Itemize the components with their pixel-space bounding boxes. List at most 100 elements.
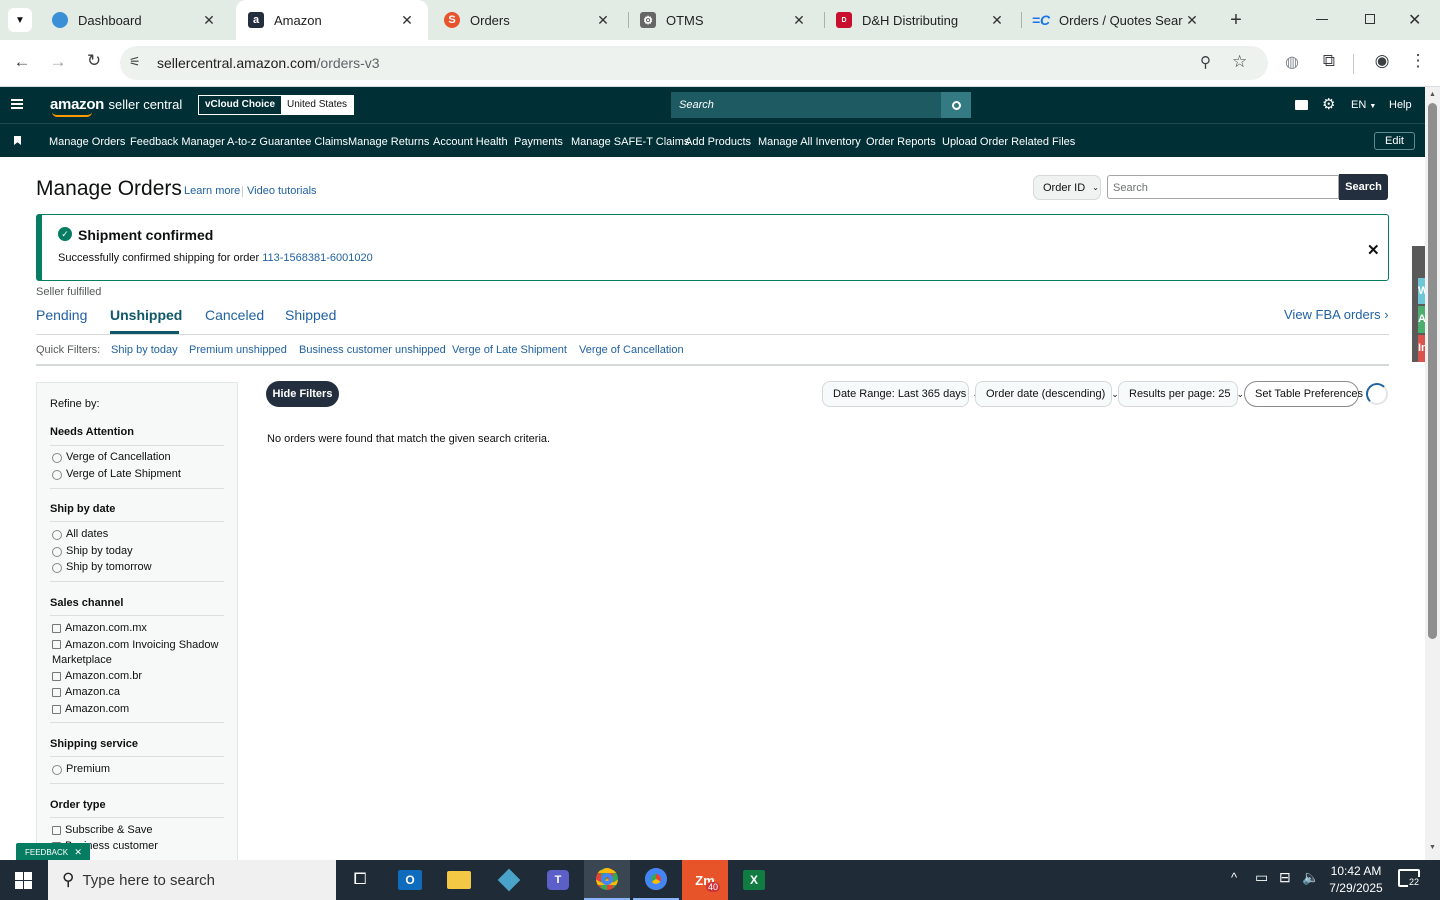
checkbox[interactable] [52, 640, 61, 649]
filter-amazon-invoicing[interactable]: Amazon.com Invoicing Shadow Marketplace [52, 638, 222, 668]
radio-button[interactable] [52, 470, 62, 480]
site-info-icon[interactable]: ⚟ [129, 54, 141, 70]
tab-unshipped[interactable]: Unshipped [110, 307, 182, 323]
tab-canceled[interactable]: Canceled [205, 307, 264, 323]
windows-start-button[interactable] [0, 860, 46, 900]
sort-select[interactable]: Order date (descending) ⌄ [975, 381, 1119, 407]
close-alert-icon[interactable]: ✕ [1367, 241, 1380, 259]
results-per-page-select[interactable]: Results per page: 25 ⌄ [1118, 381, 1244, 407]
zoom-app-icon[interactable]: Zm 40 [682, 860, 728, 900]
menu-kebab-icon[interactable]: ⋮ [1406, 51, 1430, 71]
address-bar[interactable]: ⚟ sellercentral.amazon.com/orders-v3 ⚲ ☆ [120, 46, 1268, 80]
checkbox[interactable] [52, 688, 61, 697]
task-view-icon[interactable]: ⧠ [337, 860, 383, 900]
nav-edit-button[interactable]: Edit [1374, 132, 1415, 150]
minimize-window-icon[interactable] [1316, 19, 1328, 20]
extensions-icon[interactable]: ⧉ [1317, 51, 1341, 71]
filter-amazon-mx[interactable]: Amazon.com.mx [52, 622, 147, 634]
nav-manage-returns[interactable]: Manage Returns [348, 136, 429, 148]
search-type-select[interactable]: Order ID ⌄ [1033, 175, 1101, 200]
chrome-app-icon[interactable] [633, 860, 679, 900]
learn-more-link[interactable]: Learn more [184, 185, 240, 197]
header-search-input[interactable]: Search [671, 92, 941, 118]
network-icon[interactable]: ▭ [1255, 869, 1268, 886]
bookmark-icon[interactable] [14, 136, 21, 145]
close-tab-icon[interactable]: ✕ [988, 12, 1006, 29]
chrome-app-icon-active[interactable] [584, 860, 630, 900]
nav-atoz-claims[interactable]: A-to-z Guarantee Claims [227, 136, 348, 148]
tab-shipped[interactable]: Shipped [285, 307, 336, 323]
hide-filters-button[interactable]: Hide Filters [266, 381, 339, 407]
close-tab-icon[interactable]: ✕ [790, 12, 808, 29]
quick-filter-business[interactable]: Business customer unshipped [299, 344, 446, 356]
forward-icon[interactable]: → [46, 52, 70, 72]
side-tab-in[interactable]: In [1418, 335, 1425, 362]
close-window-icon[interactable]: ✕ [1408, 10, 1421, 30]
taskbar-search-box[interactable]: ⚲ Type here to search [48, 860, 336, 900]
checkbox[interactable] [52, 672, 61, 681]
reload-icon[interactable]: ↻ [82, 51, 106, 71]
nav-add-products[interactable]: Add Products [685, 136, 751, 148]
nav-order-reports[interactable]: Order Reports [866, 136, 936, 148]
help-link[interactable]: Help [1389, 99, 1412, 111]
radio-button[interactable] [52, 765, 62, 775]
nav-manage-inventory[interactable]: Manage All Inventory [758, 136, 861, 148]
page-scrollbar[interactable]: ▲ ▼ [1425, 87, 1440, 860]
volume-icon[interactable]: 🔈 [1302, 869, 1319, 886]
view-fba-orders-link[interactable]: View FBA orders › [1284, 307, 1389, 322]
browser-tab-dashboard[interactable]: Dashboard ✕ [40, 0, 230, 40]
browser-tab-otms[interactable]: ⚙ OTMS ✕ [628, 0, 820, 40]
profile-icon[interactable]: ◉ [1370, 51, 1394, 71]
browser-tab-dh[interactable]: D D&H Distributing ✕ [824, 0, 1018, 40]
close-icon[interactable]: ✕ [74, 847, 82, 857]
scroll-down-icon[interactable]: ▼ [1429, 844, 1436, 851]
notification-center-icon[interactable]: 22 [1398, 869, 1420, 887]
taskbar-clock[interactable]: 10:42 AM 7/29/2025 [1326, 863, 1386, 897]
app-diamond-icon[interactable] [486, 860, 532, 900]
new-tab-button[interactable]: + [1224, 8, 1248, 32]
settings-gear-icon[interactable]: ⚙ [1322, 95, 1335, 113]
translate-icon[interactable]: ◍ [1280, 52, 1304, 72]
browser-tab-orders[interactable]: S Orders ✕ [432, 0, 624, 40]
header-search-button[interactable] [941, 92, 971, 118]
excel-app-icon[interactable]: X [731, 860, 777, 900]
alert-order-link[interactable]: 113-1568381-6001020 [262, 252, 373, 264]
zoom-icon[interactable]: ⚲ [1200, 53, 1211, 71]
store-switcher[interactable]: vCloud Choice United States [198, 95, 355, 115]
outlook-app-icon[interactable]: O [387, 860, 433, 900]
video-tutorials-link[interactable]: Video tutorials [247, 185, 317, 197]
nav-upload-files[interactable]: Upload Order Related Files [942, 136, 1075, 148]
browser-tab-amazon[interactable]: a Amazon ✕ [236, 0, 428, 40]
side-tab-ad[interactable]: Ad [1418, 306, 1425, 333]
filter-subscribe-save[interactable]: Subscribe & Save [52, 824, 152, 836]
tab-search-button[interactable]: ▼ [8, 8, 32, 32]
nav-payments[interactable]: Payments [514, 136, 563, 148]
checkbox[interactable] [52, 705, 61, 714]
scroll-up-icon[interactable]: ▲ [1429, 91, 1436, 98]
close-tab-icon[interactable]: ✕ [398, 12, 416, 29]
filter-ship-tomorrow[interactable]: Ship by tomorrow [52, 561, 152, 573]
order-search-input[interactable]: Search [1107, 175, 1339, 199]
checkbox[interactable] [52, 826, 61, 835]
filter-verge-late[interactable]: Verge of Late Shipment [52, 468, 181, 480]
table-preferences-button[interactable]: Set Table Preferences [1244, 381, 1363, 407]
nav-feedback-manager[interactable]: Feedback Manager [130, 136, 225, 148]
seller-central-logo[interactable]: amazon seller central [50, 96, 182, 117]
filter-amazon-com[interactable]: Amazon.com [52, 703, 129, 715]
filter-all-dates[interactable]: All dates [52, 528, 108, 540]
filter-premium[interactable]: Premium [52, 763, 110, 775]
file-explorer-icon[interactable] [436, 860, 482, 900]
filter-ship-today[interactable]: Ship by today [52, 545, 133, 557]
quick-filter-cancellation[interactable]: Verge of Cancellation [579, 344, 684, 356]
date-range-select[interactable]: Date Range: Last 365 days⌄ [822, 381, 980, 407]
hamburger-menu-icon[interactable] [11, 99, 23, 109]
close-tab-icon[interactable]: ✕ [594, 12, 612, 29]
bookmark-star-icon[interactable]: ☆ [1232, 52, 1247, 72]
radio-button[interactable] [52, 453, 62, 463]
ethernet-icon[interactable]: ⊟ [1279, 869, 1291, 886]
filter-amazon-br[interactable]: Amazon.com.br [52, 670, 142, 682]
feedback-button[interactable]: FEEDBACK ✕ [16, 843, 90, 860]
quick-filter-late-shipment[interactable]: Verge of Late Shipment [452, 344, 567, 356]
filter-amazon-ca[interactable]: Amazon.ca [52, 686, 120, 698]
show-hidden-icons-chevron[interactable]: ^ [1231, 870, 1237, 885]
